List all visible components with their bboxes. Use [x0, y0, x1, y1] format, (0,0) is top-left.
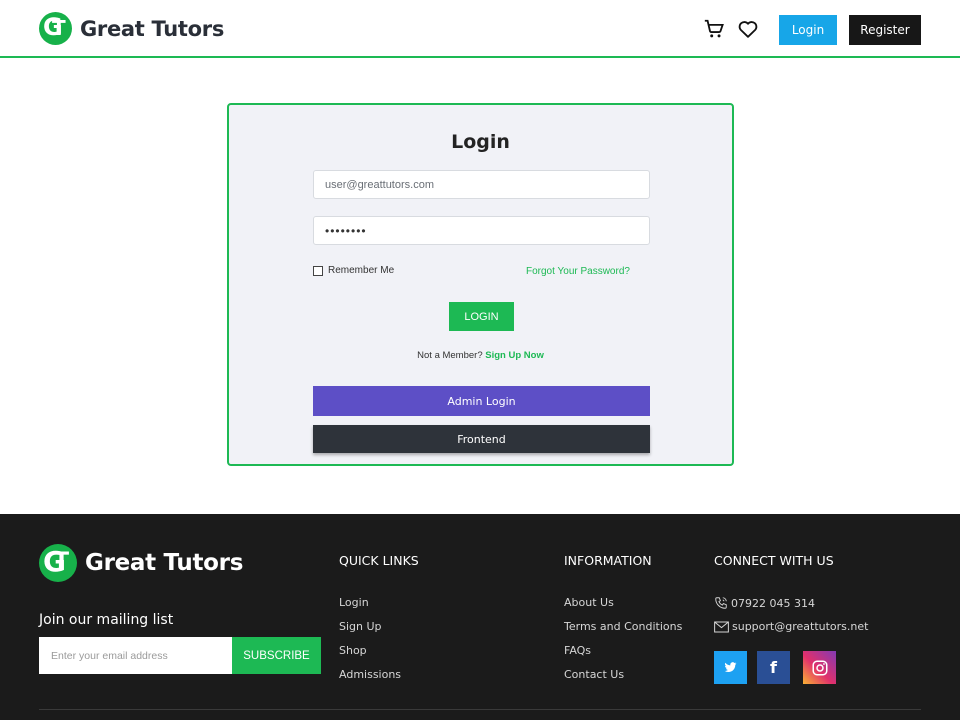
header-register-button[interactable]: Register [849, 15, 921, 45]
signup-prompt: Not a Member? Sign Up Now [229, 350, 732, 361]
remember-checkbox[interactable] [313, 265, 323, 276]
remember-me[interactable]: Remember Me [313, 265, 394, 276]
support-email: support@greattutors.net [732, 620, 869, 633]
phone-contact[interactable]: 07922 045 314 [714, 596, 815, 610]
information-title: INFORMATION [564, 553, 652, 568]
site-footer: GT Great Tutors Join our mailing list En… [0, 514, 960, 720]
instagram-button[interactable] [803, 651, 836, 684]
forgot-password-link[interactable]: Forgot Your Password? [526, 266, 630, 277]
logo-icon: GT [39, 12, 72, 45]
twitter-icon [724, 662, 737, 672]
mailing-list-title: Join our mailing list [39, 612, 174, 628]
twitter-button[interactable] [714, 651, 747, 684]
instagram-icon [812, 660, 827, 675]
signup-link[interactable]: Sign Up Now [485, 350, 544, 361]
footer-link-signup[interactable]: Sign Up [339, 620, 382, 633]
site-header: GT Great Tutors Login Register [0, 0, 960, 58]
footer-link-shop[interactable]: Shop [339, 644, 367, 657]
login-title: Login [451, 131, 510, 153]
newsletter-email-input[interactable]: Enter your email address [39, 637, 232, 674]
remember-label: Remember Me [328, 265, 395, 276]
not-member-text: Not a Member? [417, 350, 483, 361]
brand-logo[interactable]: GT Great Tutors [39, 12, 224, 45]
quick-links-title: QUICK LINKS [339, 553, 419, 568]
email-contact[interactable]: support@greattutors.net [714, 620, 868, 633]
footer-link-terms[interactable]: Terms and Conditions [564, 620, 682, 633]
mail-icon [714, 621, 729, 632]
footer-divider [39, 709, 921, 710]
facebook-icon: f [770, 658, 777, 677]
password-field[interactable]: •••••••• [313, 216, 650, 245]
footer-logo-icon: GT [39, 544, 77, 582]
admin-login-button[interactable]: Admin Login [313, 386, 650, 416]
frontend-button[interactable]: Frontend [313, 425, 650, 453]
footer-link-contact[interactable]: Contact Us [564, 668, 624, 681]
footer-brand-name: Great Tutors [85, 550, 244, 576]
facebook-button[interactable]: f [757, 651, 790, 684]
footer-link-about[interactable]: About Us [564, 596, 614, 609]
connect-title: CONNECT WITH US [714, 553, 834, 568]
cart-icon[interactable] [703, 18, 725, 40]
footer-link-admissions[interactable]: Admissions [339, 668, 401, 681]
phone-icon [715, 597, 727, 609]
login-submit-button[interactable]: LOGIN [449, 302, 514, 331]
header-login-button[interactable]: Login [779, 15, 837, 45]
footer-link-faqs[interactable]: FAQs [564, 644, 591, 657]
email-field[interactable]: user@greattutors.com [313, 170, 650, 199]
login-card: Login user@greattutors.com •••••••• Reme… [227, 103, 734, 466]
heart-icon[interactable] [737, 18, 759, 40]
footer-brand-logo[interactable]: GT Great Tutors [39, 544, 243, 582]
brand-name: Great Tutors [80, 16, 225, 41]
subscribe-button[interactable]: SUBSCRIBE [232, 637, 321, 674]
footer-link-login[interactable]: Login [339, 596, 369, 609]
phone-number: 07922 045 314 [731, 596, 815, 610]
